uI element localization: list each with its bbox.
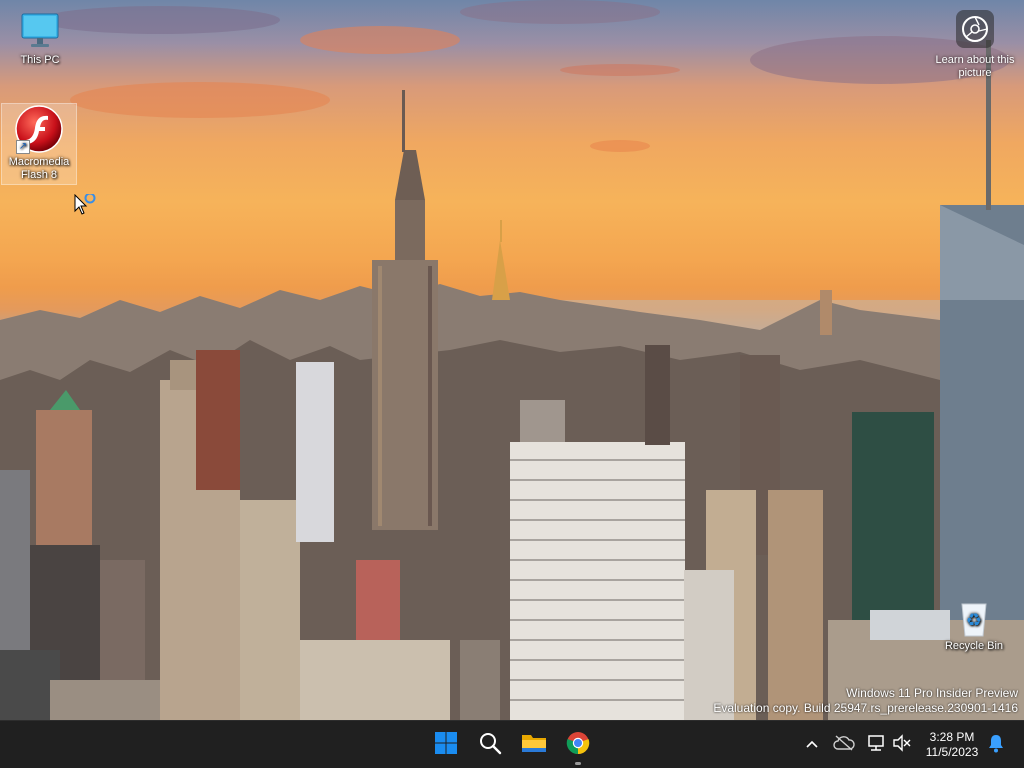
onedrive-tray-button[interactable] (832, 733, 856, 757)
svg-text:♻: ♻ (966, 610, 982, 631)
clock-time: 3:28 PM (929, 730, 975, 744)
taskbar-clock[interactable]: 3:28 PM 11/5/2023 (918, 730, 986, 760)
learn-about-label: Learn about this picture (935, 54, 1015, 79)
volume-muted-icon (892, 733, 912, 757)
notifications-button[interactable] (984, 733, 1008, 757)
start-button[interactable] (426, 725, 466, 765)
desktop-icon-label: Macromedia Flash 8 (8, 156, 70, 181)
camera-icon (956, 10, 994, 48)
chrome-running-indicator (575, 762, 581, 765)
learn-about-this-picture[interactable]: Learn about this picture (934, 10, 1016, 80)
watermark-line-build: Evaluation copy. Build 25947.rs_prerelea… (713, 701, 1018, 715)
watermark-line-edition: Windows 11 Pro Insider Preview (846, 686, 1018, 700)
search-button[interactable] (470, 725, 510, 765)
chrome-button[interactable] (558, 725, 598, 765)
skyline-illustration (0, 0, 1024, 720)
show-hidden-icons-button[interactable] (800, 733, 824, 757)
network-icon (866, 734, 886, 757)
search-icon (478, 731, 502, 760)
windows-logo-icon (434, 731, 458, 760)
flash-icon: ↗ (14, 104, 64, 154)
bell-icon (987, 733, 1005, 758)
desktop-icon-label: This PC (20, 54, 60, 66)
recycle-bin-icon: ♻ (952, 598, 996, 638)
desktop-icon-label: Recycle Bin (944, 640, 1004, 652)
desktop-icon-recycle-bin[interactable]: ♻ Recycle Bin (936, 598, 1012, 653)
desktop-icon-this-pc[interactable]: This PC (2, 8, 78, 67)
this-pc-icon (18, 8, 62, 52)
volume-tray-button[interactable] (890, 733, 914, 757)
chevron-up-icon (805, 736, 819, 754)
mouse-cursor-busy (74, 192, 100, 223)
shortcut-arrow-icon: ↗ (16, 140, 30, 154)
windows-watermark: Windows 11 Pro Insider Preview Evaluatio… (713, 686, 1018, 716)
folder-icon (521, 731, 547, 760)
taskbar: 3:28 PM 11/5/2023 (0, 720, 1024, 768)
file-explorer-button[interactable] (514, 725, 554, 765)
clock-date: 11/5/2023 (925, 745, 979, 759)
desktop-icon-macromedia-flash[interactable]: ↗ Macromedia Flash 8 (1, 103, 77, 185)
desktop-wallpaper (0, 0, 1024, 720)
chrome-icon (566, 731, 590, 760)
network-tray-button[interactable] (864, 733, 888, 757)
onedrive-icon (833, 734, 855, 756)
